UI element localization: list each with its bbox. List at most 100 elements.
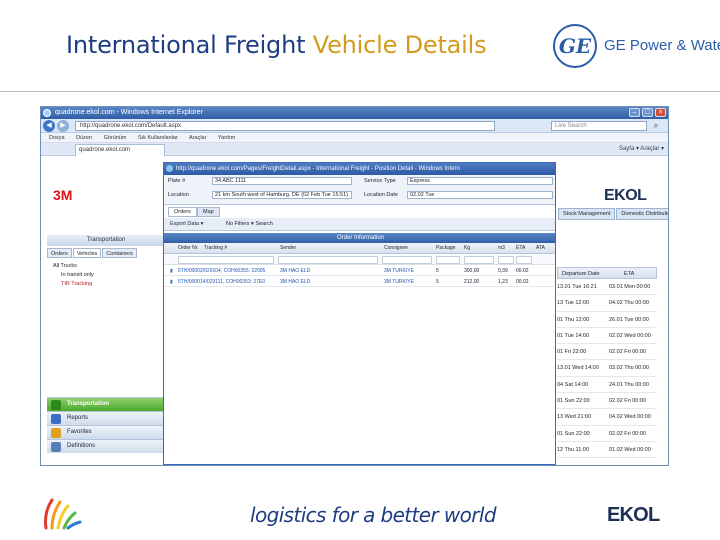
ie-icon (43, 109, 51, 117)
table-row[interactable]: ▮ 5TH/00002/029104, COH00355: 22005 3M HAO… (164, 266, 555, 276)
accordion-reports[interactable]: Reports (47, 411, 166, 425)
col-ata[interactable]: ATA (536, 243, 545, 254)
col-eta[interactable]: ETA (516, 243, 525, 254)
accordion-favorites[interactable]: Favorites (47, 425, 166, 439)
eta-cell: 24.01 Thu 00:00 (609, 381, 649, 388)
vehicle-grid: Departure Date ETA 13.01 Tue 16:21 03.01 … (557, 267, 657, 459)
browser-tools[interactable]: Sayfa ▾ Araçlar ▾ (619, 145, 664, 154)
col-package[interactable]: Package (436, 243, 455, 254)
rainbow-hand-logo (44, 498, 82, 530)
document-icon[interactable]: ▮ (170, 266, 173, 276)
tab-orders[interactable]: Orders (168, 207, 197, 217)
eta-cell: 02.02 Fri 00:00 (609, 430, 646, 437)
tab-orders[interactable]: Orders (47, 248, 72, 258)
filter-eta[interactable] (516, 256, 532, 264)
table-row[interactable]: 01 Tue 14:00 02.02 Wed 00:00 (557, 328, 657, 345)
table-row[interactable]: 01 Fri 22:00 02.02 Fri 00:00 (557, 344, 657, 361)
table-row[interactable]: 13 Wed 21:00 04.02 Wed 00:00 (557, 409, 657, 426)
accordion-label: Transportation (67, 401, 110, 407)
sender-cell: 3M HAO ELD (280, 268, 311, 274)
location-date-field[interactable]: 02.02 Tue (407, 191, 553, 199)
forward-icon[interactable]: ▶ (57, 120, 69, 132)
tree-all-trucks[interactable]: All Trucks (47, 262, 165, 271)
minimize-icon[interactable]: – (629, 108, 640, 117)
filter-m3[interactable] (498, 256, 514, 264)
filter-package[interactable] (436, 256, 460, 264)
nav-domestic-distribution[interactable]: Domestic Distribution (616, 208, 668, 220)
document-icon[interactable]: ▮ (170, 277, 173, 287)
freight-detail-popup: http://quadrone.ekol.com/Pages/FreightDe… (163, 162, 556, 465)
truck-icon (51, 400, 61, 410)
menu-edit[interactable]: Düzen (76, 135, 92, 141)
left-panel: Transportation Orders Vehicles Container… (47, 235, 166, 465)
table-row[interactable]: 12 Thu 11:00 01.02 Wed 00:00 (557, 442, 657, 459)
title-main: International Freight (66, 31, 306, 59)
col-consignee[interactable]: Consignee (384, 243, 408, 254)
nav-stock-management[interactable]: Stock Management (558, 208, 616, 220)
filter-order[interactable] (178, 256, 274, 264)
col-m3[interactable]: m3 (498, 243, 505, 254)
menu-view[interactable]: Görünüm (104, 135, 127, 141)
address-input[interactable]: http://quadrone.ekol.com/Default.aspx (75, 121, 495, 131)
accordion-label: Definitions (67, 443, 96, 449)
accordion-transportation[interactable]: Transportation (47, 397, 166, 411)
eta-cell: 02.02 Fri 00:00 (609, 398, 646, 405)
popup-toolbar: Export Data ▾ No Filters ▾ Search (164, 218, 555, 231)
menu-file[interactable]: Dosya (49, 135, 65, 141)
back-icon[interactable]: ◀ (43, 120, 55, 132)
filter-sender[interactable] (278, 256, 378, 264)
menu-favorites[interactable]: Sık Kullanılanlar (138, 135, 178, 141)
departure-cell: 13.01 Tue 16:21 (557, 284, 597, 290)
departure-cell: 01 Tue 14:00 (557, 332, 590, 339)
search-icon[interactable]: ⌕ (651, 121, 661, 131)
slide-title: International Freight Vehicle Details (66, 31, 487, 59)
search-input[interactable]: Live Search (551, 121, 647, 131)
table-row[interactable]: 01 Sun 22:00 02.02 Fri 00:00 (557, 426, 657, 442)
filter-kg[interactable] (464, 256, 494, 264)
maximize-icon[interactable]: □ (642, 108, 653, 117)
eta-cell: 02.02 Wed 00:00 (609, 332, 651, 339)
kg-cell: 300,00 (464, 268, 480, 274)
table-row[interactable]: ▮ 5TH/000014/029111, COH00353: 27E0 3M HAO… (164, 277, 555, 287)
filter-search-button[interactable]: No Filters ▾ Search (226, 218, 273, 231)
plate-field[interactable]: 34 ABC 1111 (212, 177, 352, 185)
departure-cell: 13 Tue 12:00 (557, 300, 590, 307)
col-kg[interactable]: Kg (464, 243, 470, 254)
eta-cell: 00.02 (516, 279, 529, 285)
col-tracking[interactable]: Tracking # (204, 243, 227, 254)
table-row[interactable]: 04 Sat 14:00 24.01 Thu 00:00 (557, 377, 657, 394)
tab-containers[interactable]: Containers (102, 248, 137, 258)
filter-consignee[interactable] (382, 256, 432, 264)
close-icon[interactable]: × (655, 108, 666, 117)
tab-map[interactable]: Map (197, 207, 220, 217)
location-field[interactable]: 21 km South west of Hamburg, DE (02 Feb … (212, 191, 352, 199)
order-information-header: Order Information (164, 233, 555, 243)
top-nav: Stock Management Domestic Distribution (558, 208, 668, 220)
eta-cell: 04.02 Thu 00:00 (609, 300, 649, 307)
browser-tab[interactable]: quadrone.ekol.com (75, 144, 165, 156)
tab-vehicles[interactable]: Vehicles (72, 248, 102, 258)
order-cell[interactable]: 5TH/000014/029111, COH00353: 27E0 (178, 277, 265, 287)
export-data-button[interactable]: Export Data ▾ (170, 218, 203, 231)
address-bar-row: ◀ ▶ http://quadrone.ekol.com/Default.asp… (41, 119, 668, 133)
table-row[interactable]: 01 Sun 22:00 02.02 Fri 00:00 (557, 393, 657, 410)
departure-cell: 01 Sun 22:00 (557, 430, 590, 437)
package-cell: 5 (436, 279, 439, 285)
order-filter-row (164, 255, 555, 265)
col-sender[interactable]: Sender (280, 243, 296, 254)
tree-in-transit[interactable]: In transit only (47, 271, 165, 280)
departure-cell: 12 Thu 11:00 (557, 446, 589, 453)
menu-help[interactable]: Yardım (218, 135, 235, 141)
menu-tools[interactable]: Araçlar (189, 135, 206, 141)
consignee-cell: 3M TURKIYE (384, 279, 414, 285)
ge-logo: GE (553, 24, 597, 68)
table-row[interactable]: 01 Thu 12:00 26.01 Tue 00:00 (557, 312, 657, 328)
service-type-field[interactable]: Express (407, 177, 553, 185)
accordion-definitions[interactable]: Definitions (47, 439, 166, 453)
order-cell[interactable]: 5TH/00002/029104, COH00355: 22005 (178, 266, 265, 276)
tree-tir-tracking[interactable]: TIR Tracking (47, 280, 165, 289)
table-row[interactable]: 13.01 Wed 14:00 03.02 Thu 00:00 (557, 360, 657, 377)
table-row[interactable]: 13 Tue 12:00 04.02 Thu 00:00 (557, 295, 657, 312)
table-row[interactable]: 13.01 Tue 16:21 03.01 Mon 00:00 (557, 279, 657, 296)
col-order-nr[interactable]: Order Nr. (178, 243, 199, 254)
